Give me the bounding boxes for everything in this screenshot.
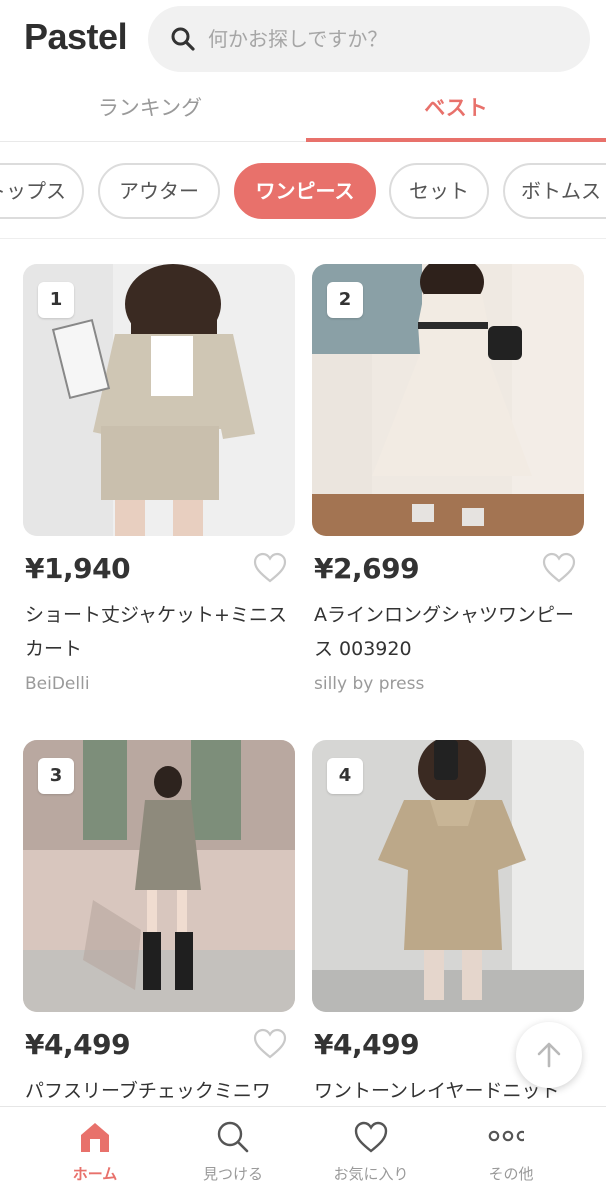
- more-icon: [488, 1130, 524, 1142]
- rank-badge: 4: [327, 758, 363, 794]
- nav-favorites[interactable]: お気に入り: [296, 1107, 446, 1200]
- tab-ranking[interactable]: ランキング: [0, 90, 300, 142]
- product-price: ¥1,940: [25, 552, 131, 585]
- search-input[interactable]: [208, 22, 568, 56]
- nav-home[interactable]: ホーム: [20, 1107, 170, 1200]
- product-price: ¥4,499: [314, 1028, 420, 1061]
- nav-label: その他: [488, 1165, 534, 1183]
- search-bar[interactable]: [148, 6, 590, 72]
- arrow-up-icon: [537, 1042, 561, 1068]
- product-title[interactable]: ショート丈ジャケット+ミニスカート: [25, 598, 295, 666]
- category-chips: トップス アウター ワンピース セット ボトムス: [0, 143, 606, 239]
- product-image[interactable]: 3: [23, 740, 295, 1012]
- nav-label: ホーム: [72, 1165, 118, 1183]
- scroll-to-top-button[interactable]: [516, 1022, 582, 1088]
- heart-icon[interactable]: [253, 552, 287, 584]
- nav-discover[interactable]: 見つける: [158, 1107, 308, 1200]
- chip-set[interactable]: セット: [389, 163, 489, 219]
- header: Pastel: [0, 0, 606, 80]
- nav-label: お気に入り: [333, 1165, 409, 1183]
- active-tab-indicator: [306, 138, 606, 142]
- product-image[interactable]: 4: [312, 740, 584, 1012]
- nav-label: 見つける: [202, 1165, 263, 1183]
- shop-name[interactable]: silly by press: [314, 674, 424, 694]
- app-screen: Pastel ランキング ベスト トップス アウター ワンピース セット ボトム…: [0, 0, 606, 1200]
- chip-bottoms[interactable]: ボトムス: [503, 163, 606, 219]
- rank-badge: 3: [38, 758, 74, 794]
- bottom-navigation: ホーム 見つける お気に入り その他: [0, 1106, 606, 1200]
- product-title[interactable]: パフスリーブチェックミニワ: [25, 1074, 295, 1108]
- rank-badge: 1: [38, 282, 74, 318]
- heart-icon: [354, 1121, 388, 1153]
- app-logo[interactable]: Pastel: [24, 16, 128, 58]
- product-price: ¥4,499: [25, 1028, 131, 1061]
- search-icon: [217, 1121, 249, 1153]
- chip-outer[interactable]: アウター: [98, 163, 220, 219]
- rank-badge: 2: [327, 282, 363, 318]
- main-tabs: ランキング ベスト: [0, 80, 606, 142]
- shop-name[interactable]: BeiDelli: [25, 674, 90, 694]
- product-price: ¥2,699: [314, 552, 420, 585]
- product-image[interactable]: 2: [312, 264, 584, 536]
- product-title[interactable]: Aラインロングシャツワンピース 003920: [314, 598, 584, 666]
- chip-onepiece[interactable]: ワンピース: [234, 163, 376, 219]
- heart-icon[interactable]: [542, 552, 576, 584]
- heart-icon[interactable]: [253, 1028, 287, 1060]
- search-icon: [171, 27, 195, 51]
- home-icon: [81, 1123, 109, 1152]
- chip-tops[interactable]: トップス: [0, 163, 84, 219]
- product-image[interactable]: 1: [23, 264, 295, 536]
- nav-more[interactable]: その他: [436, 1107, 586, 1200]
- tab-best[interactable]: ベスト: [306, 90, 606, 142]
